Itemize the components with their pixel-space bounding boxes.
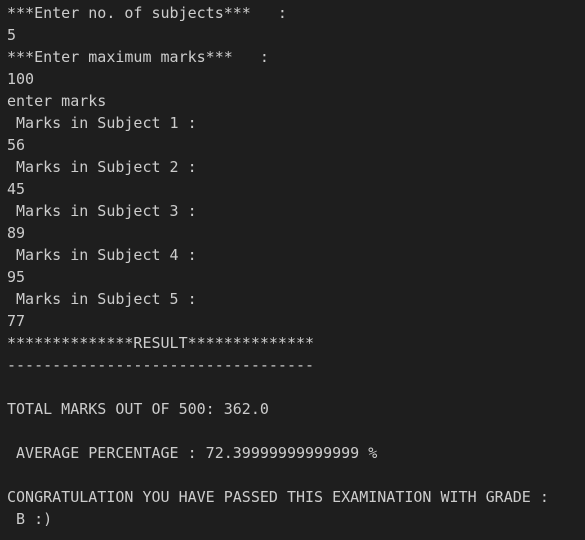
input-subject-1: 56 xyxy=(7,136,26,154)
input-maximum-marks: 100 xyxy=(7,70,35,88)
total-marks-line: TOTAL MARKS OUT OF 500: 362.0 xyxy=(7,400,269,418)
prompt-enter-marks: enter marks xyxy=(7,92,107,110)
prompt-subject-5: Marks in Subject 5 : xyxy=(7,290,197,308)
terminal-output[interactable]: ***Enter no. of subjects*** : 5 ***Enter… xyxy=(0,0,585,540)
prompt-subject-count: ***Enter no. of subjects*** : xyxy=(7,4,287,22)
input-subject-5: 77 xyxy=(7,312,26,330)
result-divider: ---------------------------------- xyxy=(7,356,315,374)
input-subject-2: 45 xyxy=(7,180,26,198)
input-subject-count: 5 xyxy=(7,26,17,44)
prompt-subject-2: Marks in Subject 2 : xyxy=(7,158,197,176)
result-header: **************RESULT************** xyxy=(7,334,315,352)
prompt-maximum-marks: ***Enter maximum marks*** : xyxy=(7,48,269,66)
input-subject-4: 95 xyxy=(7,268,26,286)
average-percentage-line: AVERAGE PERCENTAGE : 72.39999999999999 % xyxy=(7,444,378,462)
grade-line: B :) xyxy=(7,510,53,528)
congratulation-line: CONGRATULATION YOU HAVE PASSED THIS EXAM… xyxy=(7,488,549,506)
prompt-subject-1: Marks in Subject 1 : xyxy=(7,114,197,132)
prompt-subject-3: Marks in Subject 3 : xyxy=(7,202,197,220)
input-subject-3: 89 xyxy=(7,224,26,242)
prompt-subject-4: Marks in Subject 4 : xyxy=(7,246,197,264)
